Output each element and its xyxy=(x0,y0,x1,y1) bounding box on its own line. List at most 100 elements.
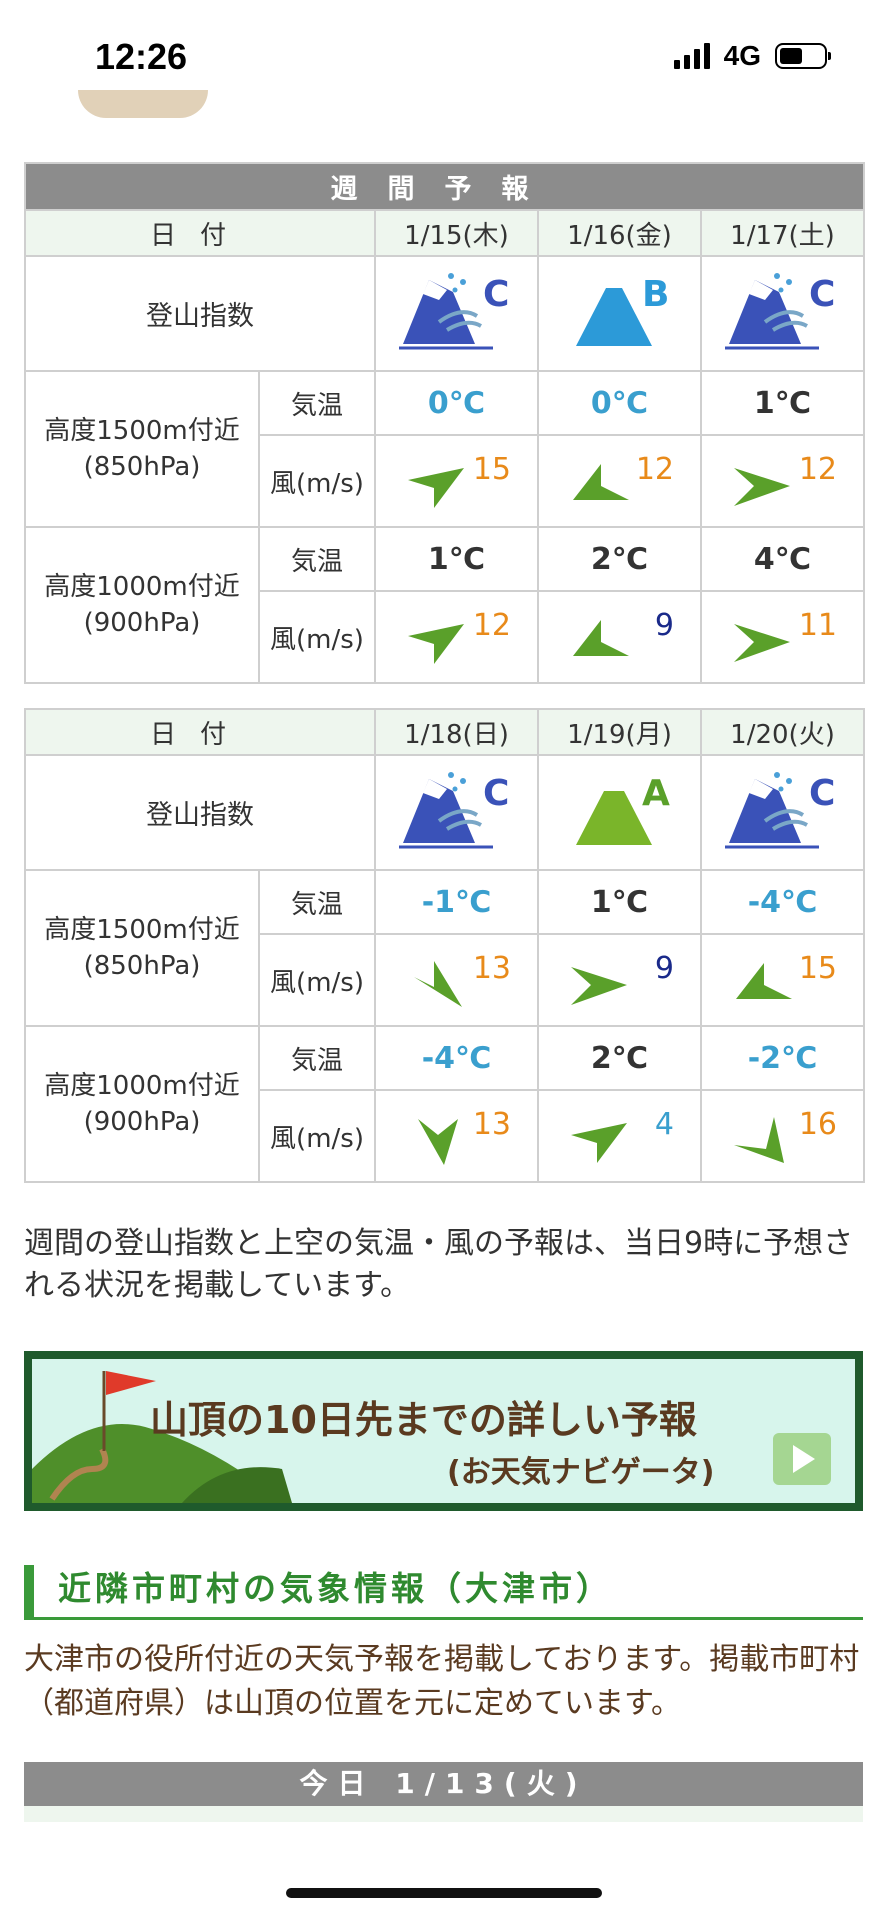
wind-label: 風(m/s) xyxy=(257,933,377,1027)
wind-direction-icon xyxy=(573,620,629,656)
wind-cell: 12 xyxy=(537,434,702,528)
banner-title: 山頂の10日先までの詳しい予報 xyxy=(150,1398,697,1442)
wind-direction-icon xyxy=(571,967,628,1005)
altitude-line: 高度1500m付近 xyxy=(44,416,240,446)
today-forecast-table: 今日 1/13(火) xyxy=(24,1762,863,1822)
svg-text:A: A xyxy=(642,773,670,814)
pressure-line: (900hPa) xyxy=(83,608,201,638)
mountain-snow-wind-icon: C xyxy=(724,272,835,349)
wind-speed: 9 xyxy=(654,951,675,986)
wind-cell: 12 xyxy=(700,434,865,528)
wind-cell: 11 xyxy=(700,590,865,684)
temperature-value: 2℃ xyxy=(537,526,702,592)
temperature-value: 1℃ xyxy=(537,869,703,935)
today-forecast-header: 今日 1/13(火) xyxy=(24,1762,863,1806)
svg-text:C: C xyxy=(809,274,835,315)
banner-subtitle: (お天気ナビゲータ) xyxy=(447,1455,715,1490)
date-label: 日付 xyxy=(23,708,377,756)
wind-cell: 9 xyxy=(537,590,702,684)
temperature-value: 1℃ xyxy=(700,370,865,436)
climbing-index-cell: B xyxy=(537,255,702,372)
today-forecast-subrow xyxy=(24,1806,863,1822)
wind-label: 風(m/s) xyxy=(257,1089,377,1183)
wind-direction-icon xyxy=(418,1119,459,1165)
status-indicators: 4G xyxy=(673,40,831,72)
wind-cell: 16 xyxy=(700,1089,866,1183)
date-cell: 1/20(火) xyxy=(700,708,866,756)
wind-cell: 4 xyxy=(537,1089,703,1183)
nearby-weather-description: 大津市の役所付近の天気予報を掲載しております。掲載市町村（都道府県）は山頂の位置… xyxy=(24,1642,860,1721)
status-time: 12:26 xyxy=(95,36,188,77)
wind-direction-icon xyxy=(734,1117,785,1163)
wind-direction-icon xyxy=(408,624,464,664)
wind-speed: 12 xyxy=(472,608,511,643)
temperature-value: 0℃ xyxy=(537,370,702,436)
altitude-line: 高度1000m付近 xyxy=(44,572,240,602)
mountain-blue-icon: B xyxy=(575,274,669,346)
weekly-forecast-table-2: 日付 1/18(日) 1/19(月) 1/20(火) 登山指数 C A C 高度… xyxy=(23,708,866,1183)
nearby-weather-heading: 近隣市町村の気象情報（大津市） xyxy=(24,1565,863,1620)
temperature-label: 気温 xyxy=(258,526,376,592)
temperature-value: -4℃ xyxy=(700,869,866,935)
climbing-index-label: 登山指数 xyxy=(23,754,377,871)
wind-direction-icon xyxy=(573,464,629,500)
wind-speed: 13 xyxy=(472,1107,512,1142)
wind-speed: 15 xyxy=(798,951,838,986)
wind-cell: 12 xyxy=(374,590,539,684)
mountain-snow-wind-icon: C xyxy=(398,771,509,848)
home-indicator[interactable] xyxy=(286,1888,602,1898)
altitude-line: 高度1500m付近 xyxy=(44,915,240,945)
svg-text:B: B xyxy=(642,274,669,315)
svg-text:C: C xyxy=(483,773,509,814)
temperature-value: -2℃ xyxy=(700,1025,866,1091)
mountain-snow-wind-icon: C xyxy=(724,771,835,848)
wind-cell: 13 xyxy=(374,1089,540,1183)
wind-speed: 13 xyxy=(472,951,512,986)
wind-direction-icon xyxy=(736,963,793,999)
battery-icon xyxy=(775,43,831,69)
altitude-label-1500: 高度1500m付近 (850hPa) xyxy=(24,370,260,528)
temperature-value: 2℃ xyxy=(537,1025,703,1091)
temperature-label: 気温 xyxy=(257,869,377,935)
wind-label: 風(m/s) xyxy=(258,590,376,684)
climbing-index-cell: C xyxy=(374,255,539,372)
altitude-label-1000: 高度1000m付近 (900hPa) xyxy=(24,1025,260,1183)
wind-speed: 9 xyxy=(654,608,674,643)
wind-label: 風(m/s) xyxy=(258,434,376,528)
weekly-forecast-header: 週間予報 xyxy=(24,162,865,211)
date-cell: 1/16(金) xyxy=(537,209,702,257)
climbing-index-cell: C xyxy=(700,255,865,372)
date-cell: 1/18(日) xyxy=(374,708,540,756)
weekly-forecast-table-1: 週間予報 日付 1/15(木) 1/16(金) 1/17(土) 登山指数 C B… xyxy=(24,162,865,684)
temperature-value: 1℃ xyxy=(374,526,539,592)
date-cell: 1/15(木) xyxy=(374,209,539,257)
wind-direction-icon xyxy=(571,1123,628,1163)
wind-cell: 13 xyxy=(374,933,540,1027)
pressure-line: (850hPa) xyxy=(83,951,201,981)
wind-speed: 15 xyxy=(472,452,511,487)
climbing-index-cell: A xyxy=(537,754,703,871)
wind-direction-icon xyxy=(414,961,463,1007)
altitude-label-1000: 高度1000m付近 (900hPa) xyxy=(24,526,260,684)
wind-speed: 4 xyxy=(654,1107,675,1142)
mountain-green-icon: A xyxy=(575,773,670,845)
network-type: 4G xyxy=(723,40,761,71)
wind-speed: 12 xyxy=(798,452,837,487)
date-cell: 1/19(月) xyxy=(537,708,703,756)
temperature-label: 気温 xyxy=(258,370,376,436)
play-icon[interactable] xyxy=(773,1433,831,1485)
temperature-label: 気温 xyxy=(257,1025,377,1091)
climbing-index-cell: C xyxy=(374,754,540,871)
pressure-line: (850hPa) xyxy=(83,452,201,482)
wind-speed: 16 xyxy=(798,1107,838,1142)
wind-speed: 11 xyxy=(798,608,837,643)
date-label: 日付 xyxy=(24,209,376,257)
wind-speed: 12 xyxy=(635,452,674,487)
wind-direction-icon xyxy=(408,468,464,508)
wind-direction-icon xyxy=(734,624,790,662)
altitude-label-1500: 高度1500m付近 (850hPa) xyxy=(24,869,260,1027)
svg-text:C: C xyxy=(483,274,509,315)
cellular-signal-icon xyxy=(673,43,710,69)
detailed-forecast-banner[interactable]: 山頂の10日先までの詳しい予報 (お天気ナビゲータ) xyxy=(24,1351,863,1511)
wind-direction-icon xyxy=(734,468,790,506)
